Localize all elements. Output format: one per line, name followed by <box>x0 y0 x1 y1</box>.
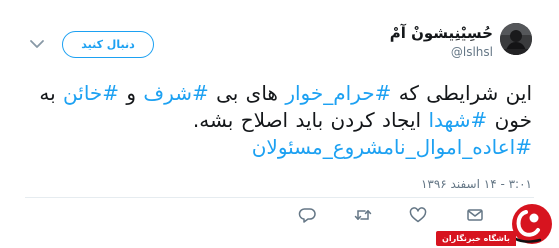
display-name[interactable]: حُسِیْنِیشونْ آمْ <box>293 24 493 43</box>
avatar[interactable] <box>500 23 532 55</box>
tweet-card: دنبال کنید حُسِیْنِیشونْ آمْ @lslhsl این… <box>0 0 559 248</box>
hashtag-link[interactable]: #اعاده_اموال_نامشروع_مسئولان <box>252 135 532 159</box>
tweet-text-segment: این شرایطی که <box>391 81 532 105</box>
like-icon[interactable] <box>408 207 428 223</box>
tweet-text-segment: های بی <box>208 81 286 105</box>
avatar-image <box>500 23 532 55</box>
retweet-icon[interactable] <box>353 207 373 223</box>
follow-button[interactable]: دنبال کنید <box>62 31 154 58</box>
hashtag-link[interactable]: #شهدا <box>428 108 487 132</box>
reply-icon[interactable] <box>297 207 317 223</box>
direct-message-icon[interactable] <box>465 207 485 223</box>
chevron-down-icon[interactable] <box>28 37 46 51</box>
tweet-text: این شرایطی که #حرام_خوار های بی #شرف و #… <box>32 80 532 161</box>
hashtag-link[interactable]: #حرام_خوار <box>285 81 391 105</box>
user-meta: حُسِیْنِیشونْ آمْ @lslhsl <box>293 24 493 60</box>
hashtag-link[interactable]: #شرف <box>143 81 208 105</box>
tweet-text-segment: ایجاد کردن باید اصلاح بشه. <box>192 108 429 132</box>
watermark-label: باشگاه خبرنگاران <box>436 231 516 246</box>
divider <box>25 197 534 198</box>
user-handle[interactable]: @lslhsl <box>293 45 493 60</box>
tweet-timestamp[interactable]: ۳:۰۱ - ۱۴ اسفند ۱۳۹۶ <box>421 176 532 192</box>
hashtag-link[interactable]: #خائن <box>63 81 119 105</box>
tweet-text-segment: و <box>119 81 144 105</box>
